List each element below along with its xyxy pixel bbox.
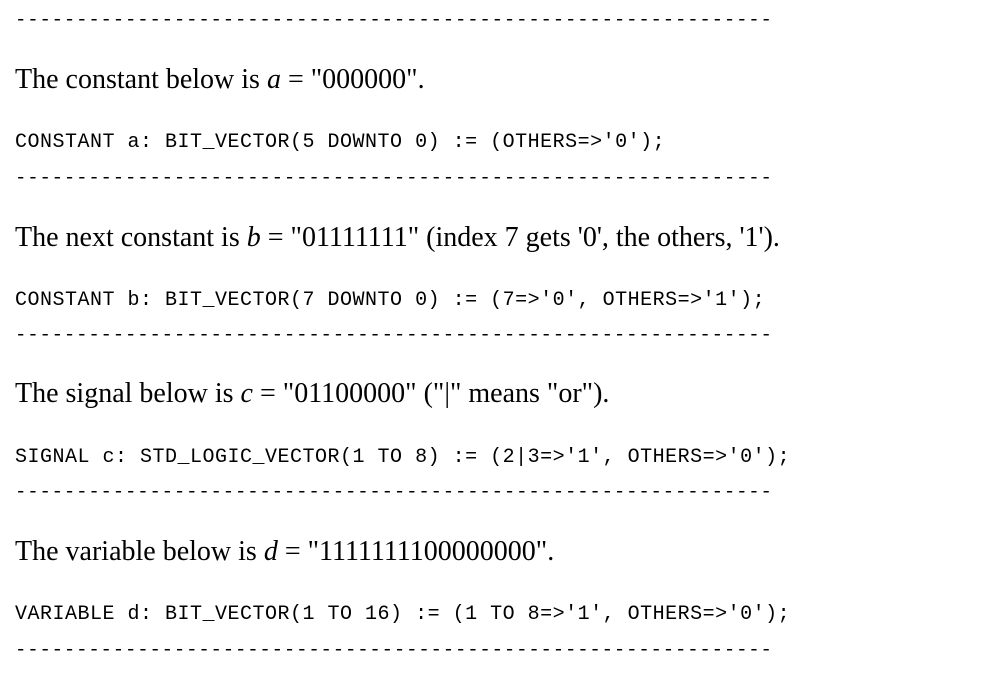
description-value: = "000000".	[280, 64, 425, 95]
description-value: = "1111111100000000".	[277, 536, 555, 567]
description-d: The variable below is d = "1111111100000…	[15, 535, 554, 569]
description-text: The signal below is	[15, 378, 241, 409]
description-b: The next constant is b = "01111111" (ind…	[15, 221, 780, 255]
description-c: The signal below is c = "01100000" ("|" …	[15, 377, 609, 411]
separator-line: ----------------------------------------…	[15, 639, 773, 661]
description-value: = "01100000" ("|" means "or").	[252, 378, 610, 409]
separator-line: ----------------------------------------…	[15, 167, 773, 189]
variable-name: d	[263, 536, 278, 567]
code-line-b: CONSTANT b: BIT_VECTOR(7 DOWNTO 0) := (7…	[15, 289, 766, 312]
separator-line: ----------------------------------------…	[15, 481, 773, 503]
description-text: The variable below is	[15, 536, 264, 567]
description-a: The constant below is a = "000000".	[15, 63, 425, 97]
variable-name: c	[240, 378, 253, 409]
variable-name: a	[266, 64, 281, 95]
code-line-a: CONSTANT a: BIT_VECTOR(5 DOWNTO 0) := (O…	[15, 131, 666, 154]
variable-name: b	[246, 222, 261, 253]
code-line-d: VARIABLE d: BIT_VECTOR(1 TO 16) := (1 TO…	[15, 603, 791, 626]
description-text: The constant below is	[15, 64, 267, 95]
separator-line: ----------------------------------------…	[15, 324, 773, 346]
code-line-c: SIGNAL c: STD_LOGIC_VECTOR(1 TO 8) := (2…	[15, 446, 791, 469]
description-text: The next constant is	[15, 222, 247, 253]
description-value: = "01111111" (index 7 gets '0', the othe…	[260, 222, 780, 253]
separator-line: ----------------------------------------…	[15, 9, 773, 31]
